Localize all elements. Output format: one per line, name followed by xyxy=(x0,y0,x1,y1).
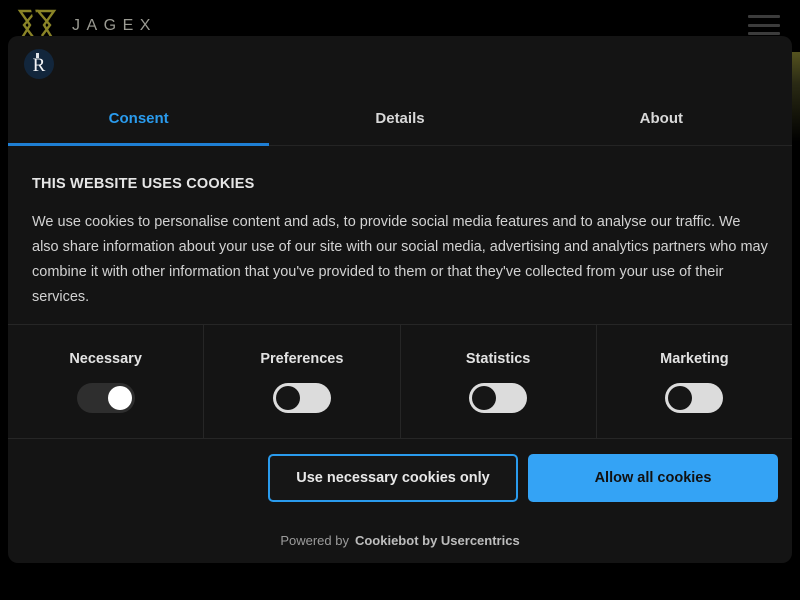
toggle-necessary[interactable] xyxy=(76,382,135,413)
use-necessary-cookies-only-button[interactable]: Use necessary cookies only xyxy=(268,454,518,502)
dialog-actions: Use necessary cookies only Allow all coo… xyxy=(8,439,792,517)
tab-consent[interactable]: Consent xyxy=(8,92,270,146)
toggle-knob xyxy=(107,385,132,410)
category-necessary: Necessary xyxy=(8,325,205,438)
cookie-categories: Necessary Preferences Statistics Marketi… xyxy=(8,324,792,439)
dialog-title: THIS WEBSITE USES COOKIES xyxy=(32,176,255,192)
cookiebot-provider-link[interactable]: Cookiebot by Usercentrics xyxy=(355,533,520,548)
dialog-logo-bar: R xyxy=(8,36,792,92)
dialog-description: We use cookies to personalise content an… xyxy=(32,214,768,305)
hamburger-menu-icon[interactable] xyxy=(748,13,780,37)
category-marketing-label: Marketing xyxy=(660,350,729,367)
toggle-statistics[interactable] xyxy=(469,382,528,413)
category-preferences-label: Preferences xyxy=(260,350,344,367)
dialog-footer: Powered by Cookiebot by Usercentrics xyxy=(8,517,792,563)
tab-about[interactable]: About xyxy=(531,92,792,145)
category-necessary-label: Necessary xyxy=(69,350,142,367)
category-preferences: Preferences xyxy=(204,325,401,438)
tab-details-label: Details xyxy=(375,110,425,127)
dialog-body: THIS WEBSITE USES COOKIES We use cookies… xyxy=(8,146,792,324)
tab-about-label: About xyxy=(639,110,683,127)
hamburger-line xyxy=(748,23,780,27)
dialog-tabs: Consent Details About xyxy=(8,92,792,146)
toggle-knob xyxy=(472,385,497,410)
toggle-knob xyxy=(668,385,693,410)
page-edge-accent xyxy=(792,52,800,142)
brand-name: JAGEX xyxy=(72,17,157,34)
hamburger-line xyxy=(748,15,780,18)
toggle-marketing[interactable] xyxy=(665,382,724,413)
tab-consent-label: Consent xyxy=(108,110,169,127)
logo-letter: R xyxy=(32,54,46,76)
cookiebot-r-logo-icon: R xyxy=(24,49,54,79)
category-marketing: Marketing xyxy=(597,325,792,438)
powered-by-label: Powered by xyxy=(280,532,349,548)
tab-details[interactable]: Details xyxy=(269,92,530,145)
cookie-consent-dialog: R Consent Details About THIS WEBSITE USE… xyxy=(8,36,792,563)
toggle-knob xyxy=(275,385,300,410)
category-statistics: Statistics xyxy=(401,325,597,438)
allow-all-cookies-button[interactable]: Allow all cookies xyxy=(528,454,778,502)
toggle-preferences[interactable] xyxy=(272,382,331,413)
hamburger-line xyxy=(748,32,780,35)
category-statistics-label: Statistics xyxy=(465,350,531,367)
